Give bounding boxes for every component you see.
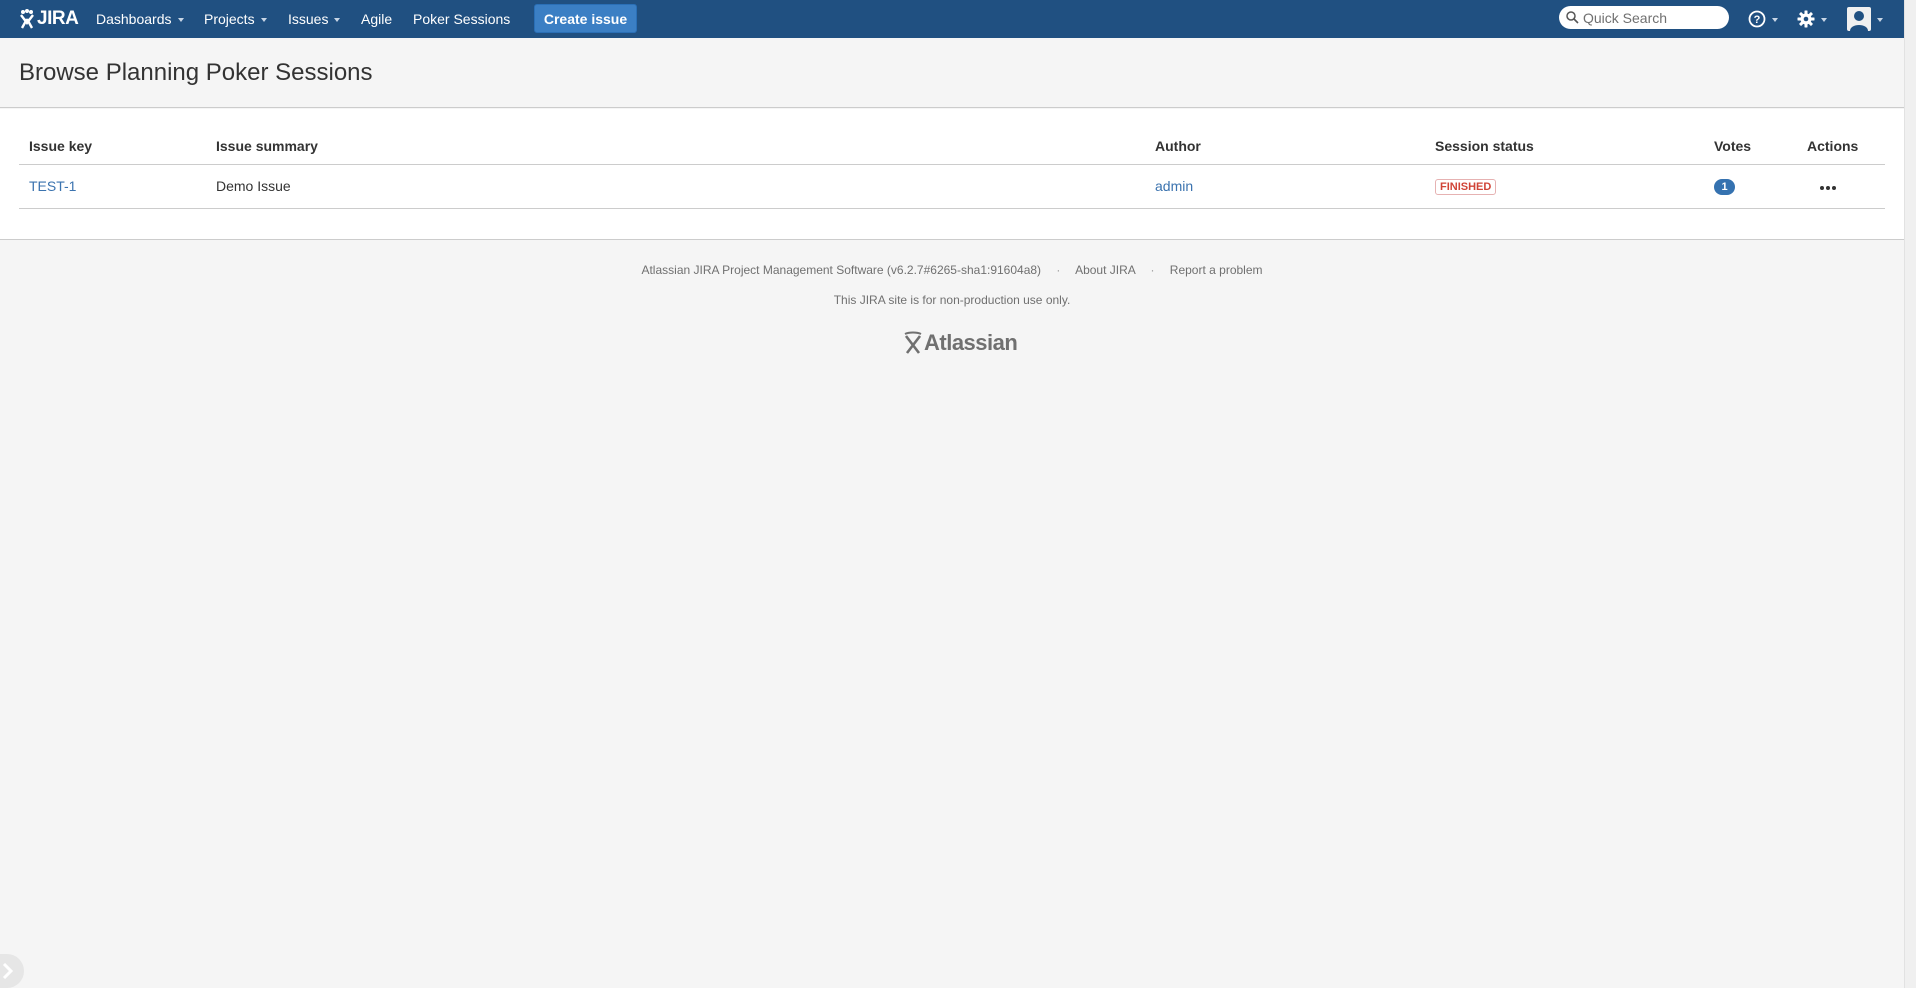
jira-logo-text: JIRA bbox=[37, 8, 79, 29]
issue-key-link[interactable]: TEST-1 bbox=[29, 178, 76, 194]
more-actions-button[interactable] bbox=[1809, 178, 1841, 198]
jira-logo[interactable]: JIRA bbox=[19, 5, 79, 33]
chevron-down-icon bbox=[1821, 18, 1827, 22]
page-header: Browse Planning Poker Sessions bbox=[0, 38, 1904, 108]
more-icon bbox=[1820, 185, 1824, 190]
nav-agile-label: Agile bbox=[361, 11, 393, 27]
user-avatar-icon bbox=[1847, 7, 1871, 31]
nav-projects-label: Projects bbox=[204, 11, 255, 27]
nav-poker-sessions[interactable]: Poker Sessions bbox=[413, 0, 510, 38]
create-issue-button[interactable]: Create issue bbox=[534, 4, 637, 33]
sessions-panel: Issue key Issue summary Author Session s… bbox=[0, 109, 1904, 240]
page-title: Browse Planning Poker Sessions bbox=[19, 59, 373, 86]
user-menu[interactable] bbox=[1847, 0, 1883, 38]
gear-icon bbox=[1797, 10, 1815, 28]
sessions-table: Issue key Issue summary Author Session s… bbox=[19, 128, 1885, 209]
about-jira-link[interactable]: About JIRA bbox=[1075, 263, 1135, 277]
atlassian-logo-icon bbox=[904, 331, 922, 354]
nav-issues[interactable]: Issues bbox=[288, 0, 341, 38]
column-header-votes[interactable]: Votes bbox=[1704, 128, 1797, 165]
votes-count-badge: 1 bbox=[1714, 179, 1735, 195]
window-scrollbar[interactable] bbox=[1904, 0, 1916, 988]
column-header-issue-summary[interactable]: Issue summary bbox=[206, 128, 1145, 165]
chevron-down-icon bbox=[1877, 18, 1883, 22]
actions-cell bbox=[1797, 164, 1885, 209]
nav-dashboards-label: Dashboards bbox=[96, 11, 172, 27]
column-header-actions: Actions bbox=[1797, 128, 1885, 165]
help-menu[interactable]: ? bbox=[1748, 0, 1778, 38]
chevron-down-icon bbox=[1772, 18, 1778, 22]
column-header-author[interactable]: Author bbox=[1145, 128, 1425, 165]
quick-search[interactable] bbox=[1559, 6, 1729, 29]
report-problem-link[interactable]: Report a problem bbox=[1170, 263, 1263, 277]
footer-links: Atlassian JIRA Project Management Softwa… bbox=[0, 260, 1904, 280]
more-icon-dot bbox=[1826, 185, 1830, 190]
admin-menu[interactable] bbox=[1797, 0, 1827, 38]
author-cell: admin bbox=[1145, 164, 1425, 209]
svg-text:?: ? bbox=[1754, 14, 1761, 26]
author-link[interactable]: admin bbox=[1155, 178, 1193, 194]
footer-separator: · bbox=[1056, 263, 1061, 277]
nav-poker-sessions-label: Poker Sessions bbox=[413, 11, 511, 27]
column-header-session-status[interactable]: Session status bbox=[1425, 128, 1704, 165]
chevron-right-icon bbox=[2, 963, 14, 979]
issue-key-cell: TEST-1 bbox=[19, 164, 206, 209]
session-status-cell: FINISHED bbox=[1425, 164, 1704, 209]
page-footer: Atlassian JIRA Project Management Softwa… bbox=[0, 260, 1904, 355]
status-badge: FINISHED bbox=[1435, 179, 1497, 195]
jira-logo-icon bbox=[20, 9, 34, 29]
nav-dashboards[interactable]: Dashboards bbox=[96, 0, 184, 38]
chevron-down-icon bbox=[260, 18, 267, 22]
votes-cell: 1 bbox=[1704, 164, 1797, 209]
nav-issues-label: Issues bbox=[288, 11, 329, 27]
table-row: TEST-1 Demo Issue admin FINISHED 1 bbox=[19, 164, 1885, 209]
nav-projects[interactable]: Projects bbox=[204, 0, 267, 38]
top-navigation-bar: JIRA Dashboards Projects Issues Agile Po… bbox=[0, 0, 1904, 38]
table-header-row: Issue key Issue summary Author Session s… bbox=[19, 128, 1885, 165]
software-version-link[interactable]: Atlassian JIRA Project Management Softwa… bbox=[641, 263, 1041, 277]
footer-separator: · bbox=[1150, 263, 1155, 277]
column-header-issue-key[interactable]: Issue key bbox=[19, 128, 206, 165]
help-icon: ? bbox=[1748, 10, 1766, 28]
non-production-notice: This JIRA site is for non-production use… bbox=[833, 293, 1071, 307]
atlassian-logo[interactable]: Atlassian bbox=[903, 330, 1018, 356]
more-icon-dot bbox=[1832, 185, 1836, 190]
quick-search-input[interactable] bbox=[1583, 6, 1723, 29]
chevron-down-icon bbox=[334, 18, 341, 22]
atlassian-logo-text: Atlassian bbox=[924, 330, 1018, 355]
search-icon bbox=[1566, 11, 1579, 24]
issue-summary-cell: Demo Issue bbox=[206, 164, 1145, 209]
nav-agile[interactable]: Agile bbox=[361, 0, 392, 38]
sidebar-expand-button[interactable] bbox=[0, 954, 24, 988]
chevron-down-icon bbox=[177, 18, 184, 22]
